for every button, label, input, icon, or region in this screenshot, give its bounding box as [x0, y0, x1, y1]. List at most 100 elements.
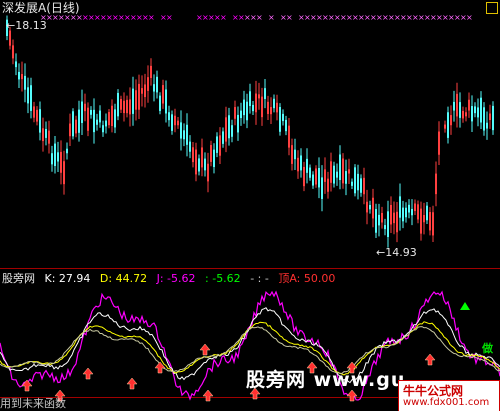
indicator-top: 顶A: 50.00	[278, 272, 336, 285]
candle-body	[12, 45, 14, 59]
candle-body	[474, 106, 476, 114]
candle-body	[465, 112, 467, 117]
candle-body	[423, 215, 425, 223]
candle-body	[201, 147, 203, 168]
buy-arrow	[82, 367, 94, 380]
candle-body	[420, 208, 422, 234]
window-toggle-box[interactable]	[486, 2, 498, 14]
top-marker: ×	[466, 13, 473, 22]
candle-body	[171, 114, 173, 131]
candle-body	[129, 99, 131, 115]
candle-body	[387, 211, 389, 237]
candle-body	[222, 131, 224, 144]
candle-body	[270, 107, 272, 115]
site-watermark-badge: 牛牛公式网 www.fdx001.com	[398, 380, 500, 411]
candle-body	[324, 169, 326, 182]
buy-arrow	[424, 353, 436, 366]
candle-body	[459, 102, 461, 118]
candle-body	[351, 181, 353, 186]
candle-body	[48, 130, 50, 144]
candle-body	[360, 178, 362, 193]
buy-arrow	[126, 377, 138, 390]
candle-body	[39, 109, 41, 133]
candle-body	[174, 115, 176, 126]
candle-body	[111, 105, 113, 127]
candle-body	[114, 109, 116, 128]
candle-body	[489, 113, 491, 121]
candle-body	[402, 207, 404, 222]
candle-body	[18, 71, 20, 80]
candle-body	[414, 203, 416, 212]
chart-canvas[interactable]: × × × × × × × × × × × × × × × × × × × × × × × × × × × × × × × × × × × × × × × ×…	[0, 0, 500, 411]
candle-body	[384, 225, 386, 230]
candle-body	[345, 171, 347, 184]
candle-body	[9, 30, 11, 46]
candle-body	[315, 168, 317, 185]
candle-body	[357, 173, 359, 191]
candle-body	[348, 169, 350, 174]
candle-body	[252, 104, 254, 112]
candle-body	[363, 177, 365, 195]
candle-body	[156, 76, 158, 93]
candle-body	[276, 102, 278, 113]
top-marker: ×	[286, 13, 293, 22]
candle-body	[120, 99, 122, 110]
candle-body	[408, 204, 410, 213]
buy-arrow	[199, 343, 211, 356]
candle-body	[435, 173, 437, 195]
candle-body	[99, 110, 101, 123]
candle-body	[108, 112, 110, 126]
indicator-name: 股旁网	[2, 272, 35, 285]
candle-body	[105, 120, 107, 127]
candle-body	[249, 91, 251, 107]
top-marker: ×	[268, 13, 275, 22]
candle-body	[138, 83, 140, 110]
candle-body	[132, 88, 134, 114]
candle-body	[282, 113, 284, 122]
candle-body	[72, 111, 74, 137]
candle-body	[246, 101, 248, 121]
candle-body	[273, 98, 275, 109]
site-url: www.fdx001.com	[403, 397, 490, 408]
candle-body	[447, 112, 449, 138]
ma-line	[0, 326, 500, 374]
candle-body	[75, 119, 77, 134]
candle-body	[333, 165, 335, 184]
indicator-dash: - : -	[250, 272, 269, 285]
stock-chart-window: × × × × × × × × × × × × × × × × × × × × × × × × × × × × × × × × × × × × × × × ×…	[0, 0, 500, 411]
candle-body	[210, 145, 212, 162]
candle-body	[78, 109, 80, 133]
indicator-d: D: 44.72	[99, 272, 148, 285]
candle-body	[225, 117, 227, 142]
candle-body	[336, 171, 338, 178]
candle-body	[36, 109, 38, 122]
candle-body	[51, 153, 53, 165]
candle-body	[378, 214, 380, 226]
candle-body	[135, 90, 137, 110]
candle-body	[21, 74, 23, 80]
candle-body	[240, 110, 242, 119]
price-low-label: ←14.93	[376, 246, 417, 259]
candle-body	[369, 205, 371, 210]
indicator-j: J: -5.62	[156, 272, 196, 285]
candle-body	[96, 119, 98, 125]
candle-body	[288, 125, 290, 148]
candle-body	[69, 123, 71, 137]
candle-body	[450, 115, 452, 126]
candle-body	[81, 101, 83, 123]
candle-body	[375, 209, 377, 233]
top-marker: ×	[166, 13, 173, 22]
candle-body	[54, 143, 56, 167]
candle-body	[141, 88, 143, 94]
candle-body	[150, 65, 152, 78]
candle-body	[204, 158, 206, 171]
candle-body	[258, 94, 260, 99]
indicator-extra: : -5.62	[205, 272, 241, 285]
candle-body	[153, 84, 155, 92]
candle-body	[228, 115, 230, 139]
sell-arrow	[460, 302, 470, 310]
candle-body	[42, 128, 44, 142]
candle-body	[192, 147, 194, 163]
candle-body	[354, 167, 356, 194]
candle-body	[285, 119, 287, 132]
